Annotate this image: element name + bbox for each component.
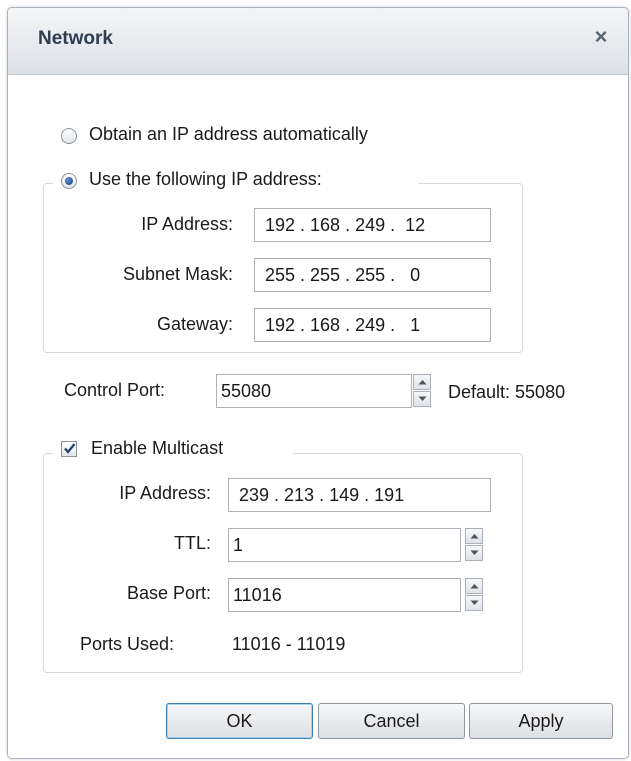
subnet-mask-input[interactable] — [254, 258, 491, 292]
base-port-input[interactable] — [228, 578, 461, 612]
close-icon[interactable]: × — [587, 22, 615, 52]
enable-multicast-label[interactable]: Enable Multicast — [91, 438, 223, 459]
multicast-legend: Enable Multicast — [53, 434, 293, 464]
network-dialog: Network × Obtain an IP address automatic… — [7, 7, 629, 759]
multicast-ip-input[interactable] — [228, 478, 491, 512]
ok-button[interactable]: OK — [166, 703, 313, 739]
control-port-input[interactable] — [216, 374, 412, 408]
ttl-spinner — [465, 528, 483, 562]
control-port-up-button[interactable] — [413, 374, 431, 390]
chevron-up-icon — [418, 380, 427, 385]
apply-button[interactable]: Apply — [469, 703, 613, 739]
dialog-body: Obtain an IP address automatically Use t… — [8, 75, 628, 758]
gateway-label: Gateway: — [156, 314, 233, 334]
base-port-up-button[interactable] — [465, 578, 483, 594]
static-ip-legend: Use the following IP address: — [53, 165, 418, 195]
ttl-up-button[interactable] — [465, 528, 483, 544]
chevron-down-icon — [418, 396, 427, 401]
ttl-input[interactable] — [228, 528, 461, 562]
checkmark-icon — [64, 443, 76, 454]
control-port-label: Control Port: — [64, 380, 166, 400]
use-following-label[interactable]: Use the following IP address: — [89, 169, 322, 190]
gateway-input[interactable] — [254, 308, 491, 342]
ip-address-input[interactable] — [254, 208, 491, 242]
title-bar[interactable]: Network × — [8, 8, 628, 75]
radio-use-following[interactable] — [61, 173, 77, 189]
radio-obtain-automatically[interactable] — [61, 128, 77, 144]
multicast-ip-label: IP Address: — [119, 483, 211, 503]
ttl-down-button[interactable] — [465, 545, 483, 561]
ports-used-value: 11016 - 11019 — [232, 634, 346, 654]
chevron-up-icon — [470, 534, 479, 539]
base-port-spinner — [465, 578, 483, 612]
obtain-automatically-label[interactable]: Obtain an IP address automatically — [89, 124, 368, 145]
base-port-label: Base Port: — [126, 583, 211, 603]
control-port-down-button[interactable] — [413, 391, 431, 407]
ip-address-label: IP Address: — [141, 214, 233, 234]
ports-used-label: Ports Used: — [80, 634, 175, 654]
chevron-up-icon — [470, 584, 479, 589]
base-port-down-button[interactable] — [465, 595, 483, 611]
enable-multicast-checkbox[interactable] — [61, 441, 77, 457]
chevron-down-icon — [470, 600, 479, 605]
control-port-default: Default: 55080 — [448, 382, 566, 402]
chevron-down-icon — [470, 550, 479, 555]
cancel-button[interactable]: Cancel — [318, 703, 465, 739]
ttl-label: TTL: — [173, 533, 211, 553]
subnet-mask-label: Subnet Mask: — [122, 264, 233, 284]
dialog-title: Network — [38, 28, 113, 49]
control-port-spinner — [413, 374, 431, 408]
